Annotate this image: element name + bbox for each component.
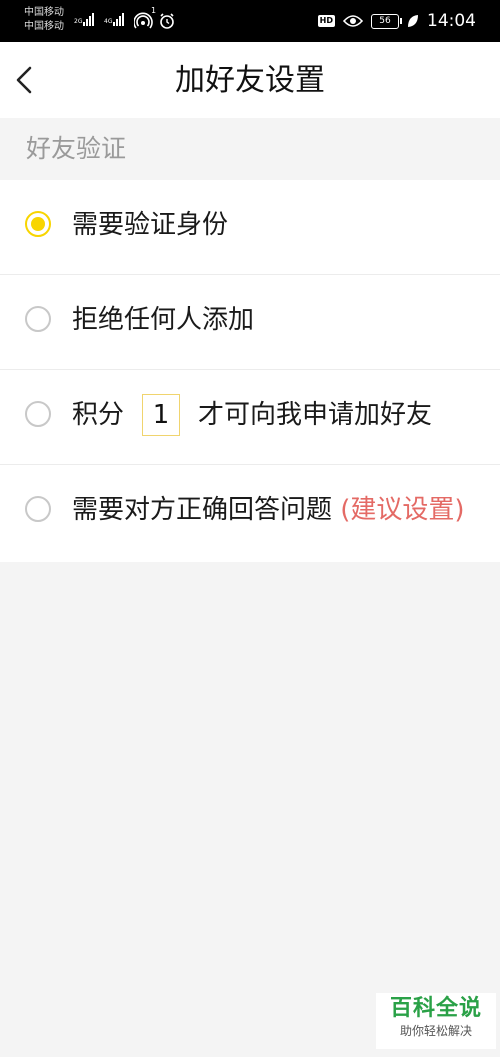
points-row: 积分 才可向我申请加好友 [72, 394, 432, 436]
power-saving-leaf-icon [408, 15, 418, 27]
radio-button[interactable] [25, 306, 51, 332]
option-label-wrapper: 需要对方正确回答问题 (建议设置) [72, 493, 465, 527]
battery-level: 56 [379, 15, 391, 26]
hd-badge: HD [317, 15, 335, 27]
watermark-logo: 百科全说 [389, 996, 482, 1021]
radio-button[interactable] [25, 496, 51, 522]
points-input[interactable] [142, 394, 181, 436]
radio-button-selected[interactable] [25, 211, 51, 237]
option-answer-question[interactable]: 需要对方正确回答问题 (建议设置) [0, 465, 500, 562]
hotspot-count: 1 [151, 6, 157, 15]
alarm-icon [160, 13, 174, 29]
page-title: 加好友设置 [175, 63, 325, 98]
eye-comfort-icon [343, 15, 363, 27]
watermark: 百科全说 助你轻松解决 [376, 993, 496, 1049]
carrier-info: 中国移动 中国移动 [24, 6, 64, 34]
option-label: 拒绝任何人添加 [72, 305, 255, 335]
section-header: 好友验证 [0, 118, 500, 180]
clock: 14:04 [427, 11, 476, 31]
sim1-signal-icon: 2G [74, 12, 95, 26]
battery-icon: 56 [371, 13, 402, 29]
sim1-network-label: 2G [74, 18, 83, 25]
option-reject-all[interactable]: 拒绝任何人添加 [0, 275, 500, 370]
option-points-required[interactable]: 积分 才可向我申请加好友 [0, 370, 500, 465]
carrier-1-label: 中国移动 [24, 7, 64, 18]
option-label: 需要验证身份 [72, 210, 229, 240]
suggestion-label: (建议设置) [340, 495, 465, 525]
status-bar: 中国移动 中国移动 2G 4G 1 HD 56 14:04 [0, 0, 500, 42]
points-suffix-label: 才可向我申请加好友 [198, 400, 433, 430]
section-title: 好友验证 [26, 134, 127, 163]
sim2-network-label: 4G [104, 18, 113, 25]
watermark-tagline: 助你轻松解决 [399, 1024, 472, 1038]
option-label: 需要对方正确回答问题 [72, 495, 333, 525]
status-right-group: HD 56 14:04 [317, 0, 476, 42]
sim2-signal-icon: 4G [104, 12, 125, 26]
nav-header: 加好友设置 [0, 42, 500, 118]
radio-button[interactable] [25, 401, 51, 427]
carrier-2-label: 中国移动 [24, 21, 64, 32]
points-prefix-label: 积分 [72, 400, 125, 430]
verification-options-list: 需要验证身份 拒绝任何人添加 积分 才可向我申请加好友 需要对方正确回答问题 (… [0, 180, 500, 562]
option-require-verification[interactable]: 需要验证身份 [0, 180, 500, 275]
